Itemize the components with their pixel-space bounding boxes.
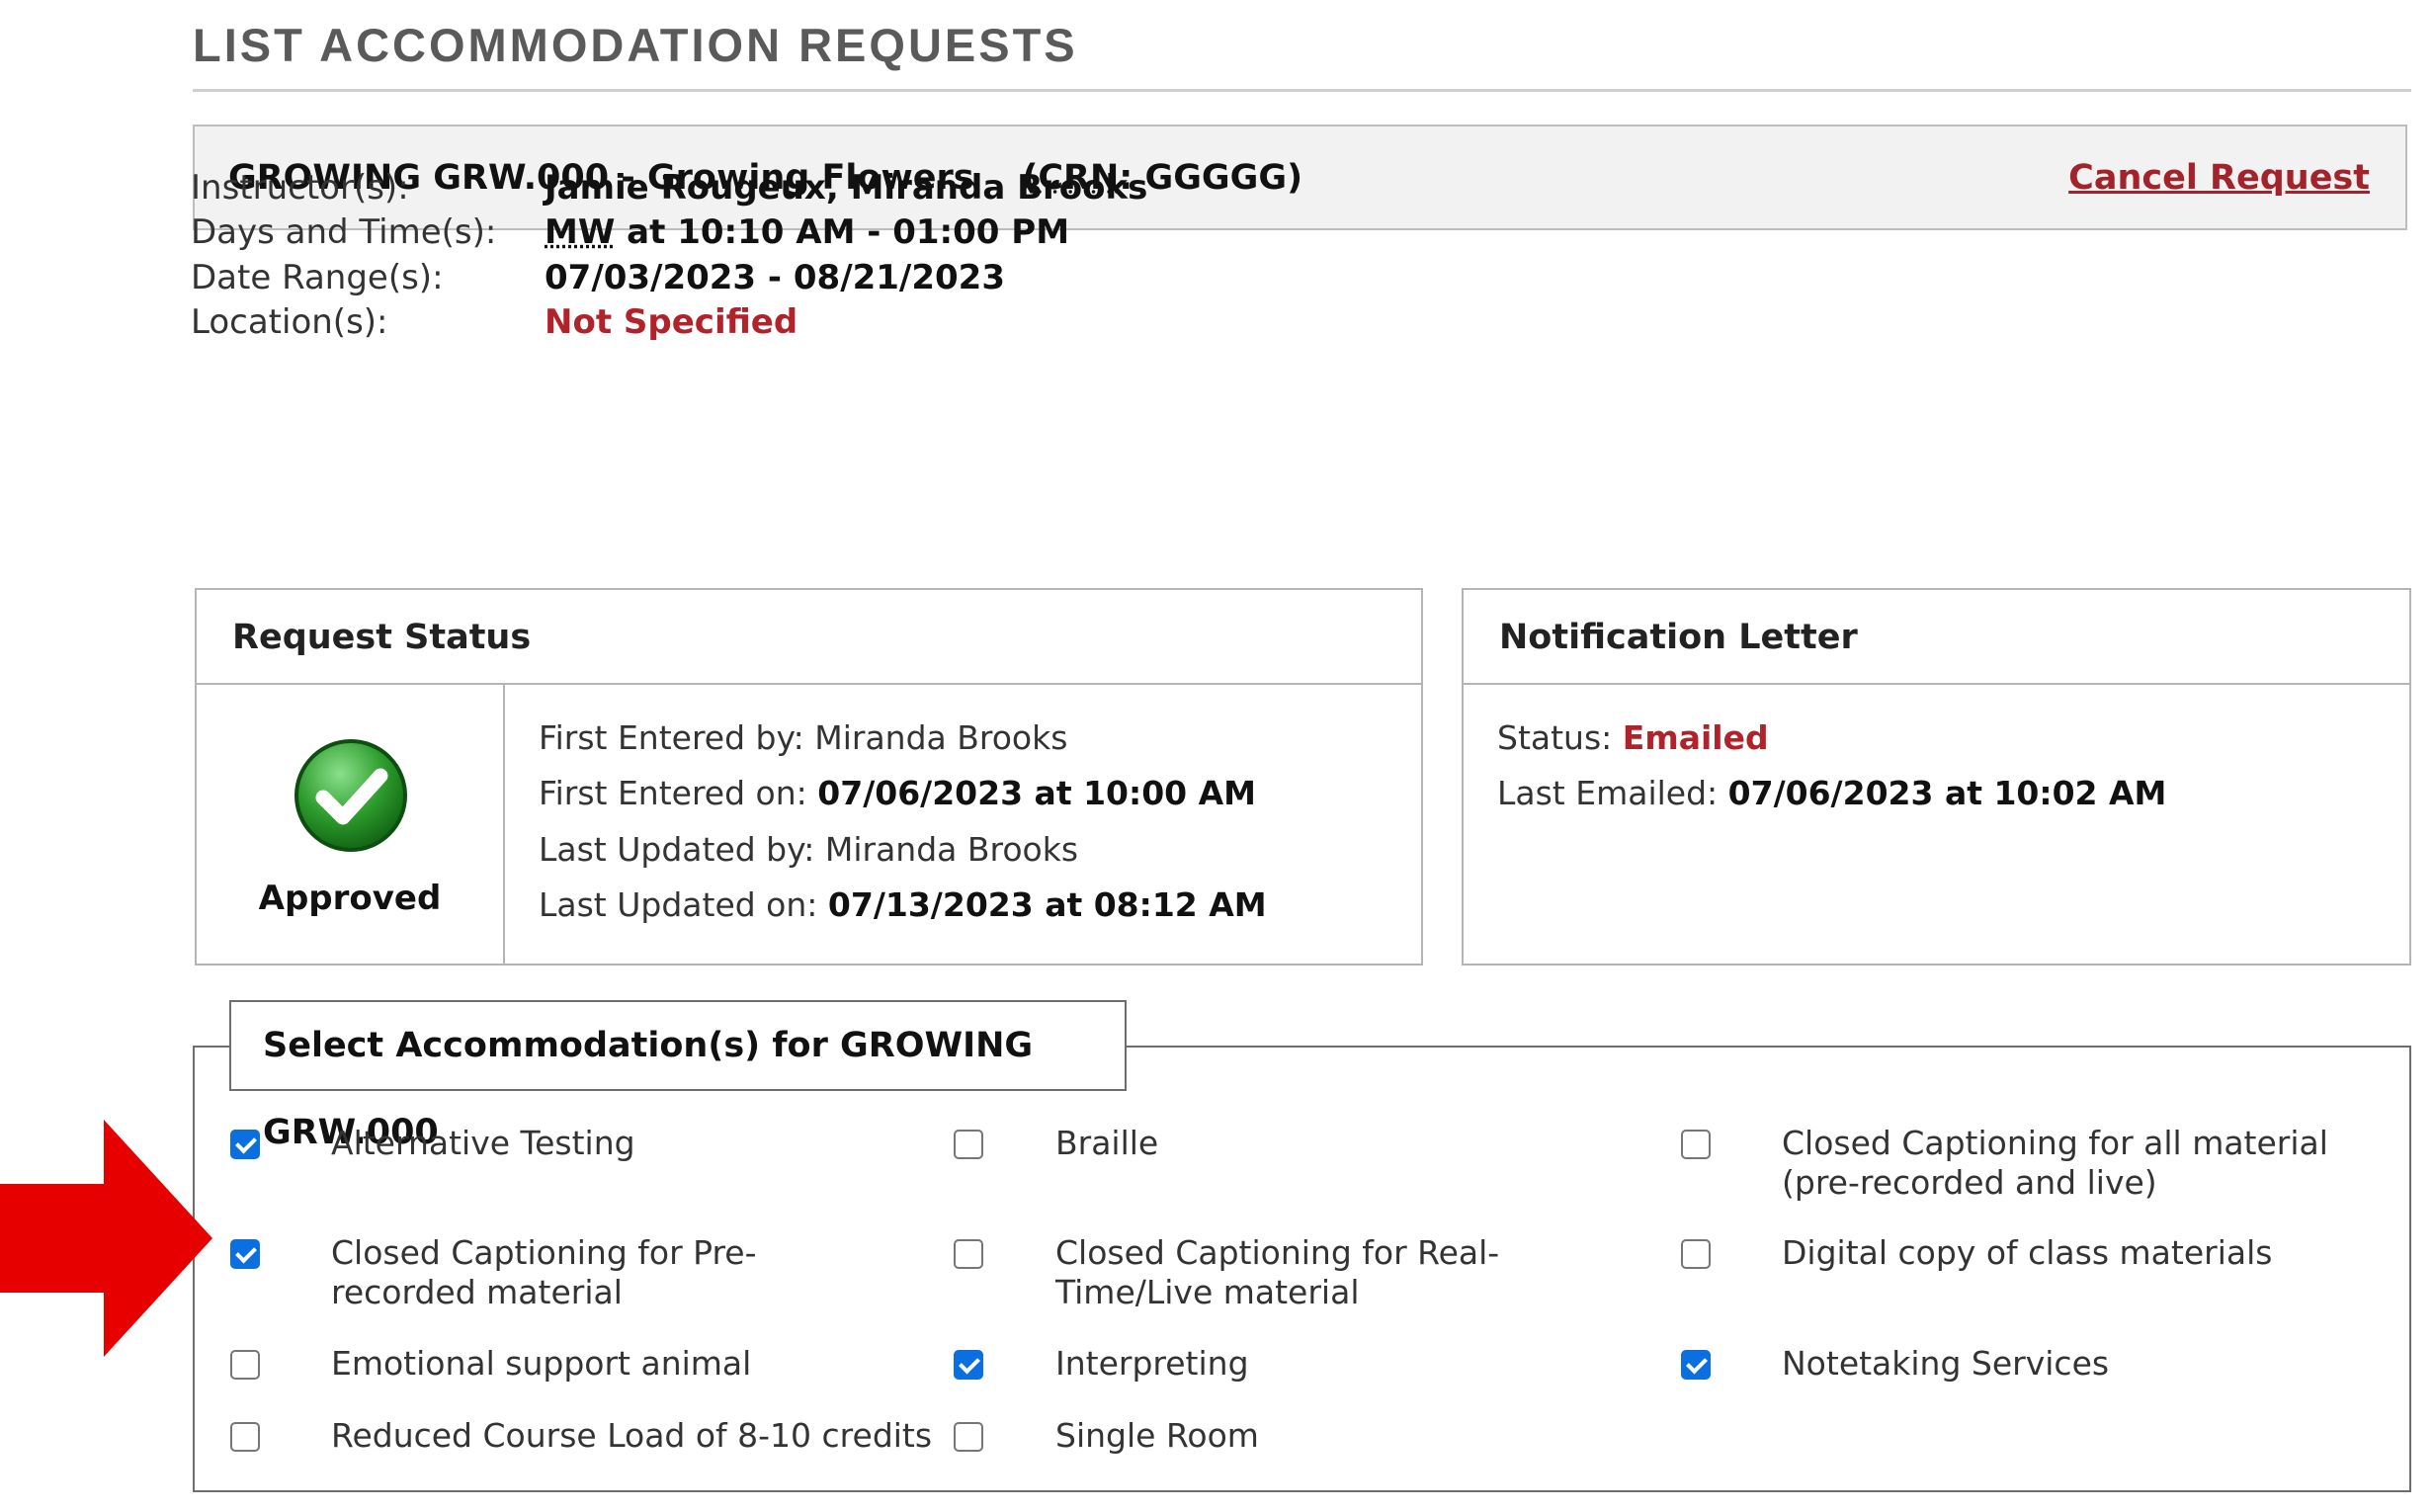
cancel-request-link[interactable]: Cancel Request: [2068, 158, 2370, 198]
label-alternative-testing[interactable]: Alternative Testing: [331, 1124, 944, 1163]
label-cc-all-material[interactable]: Closed Captioning for all material (pre-…: [1782, 1124, 2375, 1203]
checkbox-single-room[interactable]: [954, 1422, 983, 1452]
course-header: GROWING GRW.000 - Growing Flowers (CRN: …: [193, 125, 2407, 230]
instructors-value: Jamie Rougeux, Miranda Brooks: [545, 168, 1148, 208]
label-single-room[interactable]: Single Room: [1055, 1416, 1668, 1456]
last-updated-on: Last Updated on: 07/13/2023 at 08:12 AM: [539, 885, 1267, 924]
approved-label: Approved: [258, 879, 442, 918]
days-time: at 10:10 AM - 01:00 PM: [615, 212, 1070, 252]
location-label: Location(s):: [191, 302, 388, 342]
label-cc-real-time[interactable]: Closed Captioning for Real-Time/Live mat…: [1055, 1233, 1638, 1312]
label-reduced-course-load[interactable]: Reduced Course Load of 8-10 credits: [331, 1416, 944, 1456]
label-braille[interactable]: Braille: [1055, 1124, 1668, 1163]
checkbox-interpreting[interactable]: [954, 1350, 983, 1380]
notification-letter-panel: Notification Letter Status: Emailed Last…: [1462, 588, 2411, 966]
request-status-heading: Request Status: [232, 618, 532, 657]
red-arrow-icon: [0, 1120, 212, 1357]
checkbox-cc-real-time[interactable]: [954, 1239, 983, 1269]
last-emailed: Last Emailed: 07/06/2023 at 10:02 AM: [1497, 774, 2167, 812]
days-value: MW at 10:10 AM - 01:00 PM: [545, 212, 1069, 252]
dates-label: Date Range(s):: [191, 258, 444, 297]
label-emotional-support-animal[interactable]: Emotional support animal: [331, 1344, 944, 1384]
dates-value: 07/03/2023 - 08/21/2023: [545, 258, 1005, 297]
checkbox-braille[interactable]: [954, 1130, 983, 1159]
instructors-label: Instructor(s):: [191, 168, 409, 208]
notification-status: Status: Emailed: [1497, 718, 1769, 757]
days-abbr: MW: [545, 212, 616, 252]
label-digital-copy[interactable]: Digital copy of class materials: [1782, 1233, 2394, 1273]
checkbox-notetaking-services[interactable]: [1681, 1350, 1711, 1380]
location-value: Not Specified: [545, 302, 798, 342]
approved-check-icon: [294, 739, 407, 852]
checkbox-alternative-testing[interactable]: [230, 1130, 260, 1159]
request-status-panel: Request Status Approved First Entered by…: [195, 588, 1423, 966]
checkbox-emotional-support-animal[interactable]: [230, 1350, 260, 1380]
checkbox-cc-pre-recorded[interactable]: [230, 1239, 260, 1269]
first-entered-by: First Entered by: Miranda Brooks: [539, 718, 1068, 757]
accommodations-legend: Select Accommodation(s) for GROWING GRW.…: [229, 1000, 1127, 1152]
checkbox-cc-all-material[interactable]: [1681, 1130, 1711, 1159]
crn-value: GGGGG: [1144, 158, 1288, 198]
notification-letter-heading: Notification Letter: [1499, 618, 1858, 657]
label-notetaking-services[interactable]: Notetaking Services: [1782, 1344, 2394, 1384]
checkbox-reduced-course-load[interactable]: [230, 1422, 260, 1452]
first-entered-on: First Entered on: 07/06/2023 at 10:00 AM: [539, 774, 1256, 812]
last-updated-by: Last Updated by: Miranda Brooks: [539, 830, 1079, 869]
notification-letter-header: Notification Letter: [1464, 590, 2409, 685]
days-label: Days and Time(s):: [191, 212, 497, 252]
request-status-header: Request Status: [197, 590, 1421, 685]
status-badge: Approved: [197, 685, 505, 964]
checkbox-digital-copy[interactable]: [1681, 1239, 1711, 1269]
title-divider: [193, 89, 2411, 92]
page-title: LIST ACCOMMODATION REQUESTS: [193, 19, 1078, 71]
label-cc-pre-recorded[interactable]: Closed Captioning for Pre-recorded mater…: [331, 1233, 884, 1312]
label-interpreting[interactable]: Interpreting: [1055, 1344, 1668, 1384]
